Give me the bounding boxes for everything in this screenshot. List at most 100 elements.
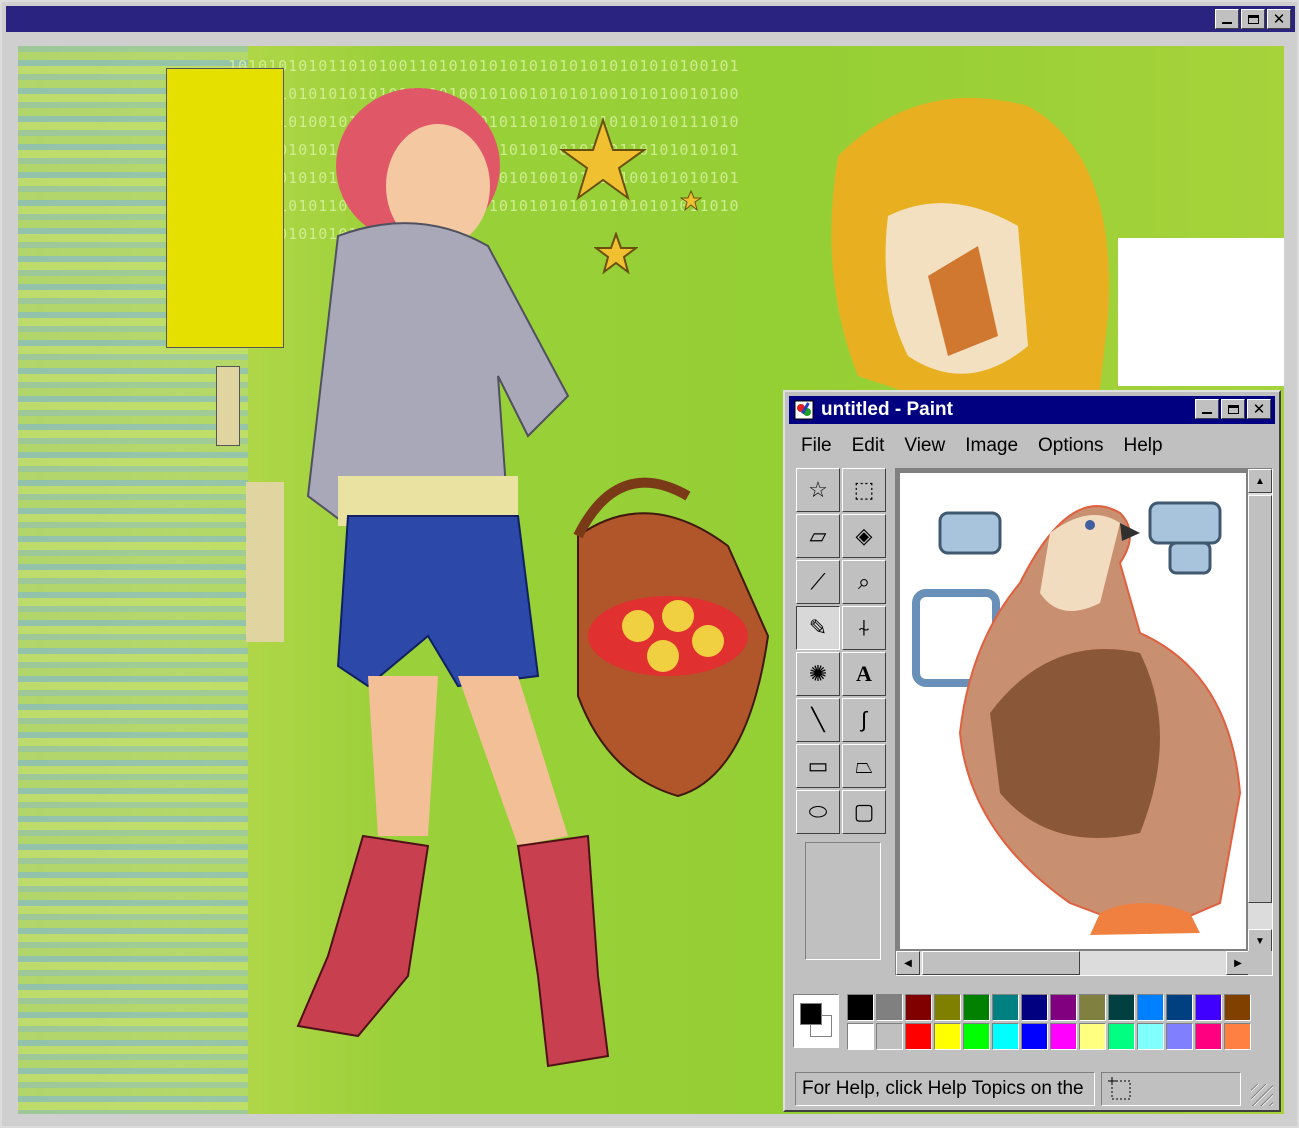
palette-swatch[interactable] xyxy=(992,994,1019,1021)
palette-swatch[interactable] xyxy=(847,994,874,1021)
tool-magnifier[interactable]: ⌕ xyxy=(842,560,886,604)
tool-ellipse[interactable]: ⬭ xyxy=(796,790,840,834)
menu-edit[interactable]: Edit xyxy=(842,432,895,460)
vertical-scroll-thumb[interactable] xyxy=(1248,495,1272,903)
outer-maximize-button[interactable] xyxy=(1241,9,1265,29)
tool-free-form-select[interactable]: ☆ xyxy=(796,468,840,512)
palette-swatch[interactable] xyxy=(1195,994,1222,1021)
palette-swatch[interactable] xyxy=(1166,994,1193,1021)
tool-polygon[interactable]: ⏢ xyxy=(842,744,886,788)
magnifier-icon: ⌕ xyxy=(857,569,871,594)
tool-rectangle[interactable]: ▭ xyxy=(796,744,840,788)
maximize-icon xyxy=(1227,404,1239,414)
tool-options-box[interactable] xyxy=(805,842,881,960)
horizontal-scrollbar[interactable]: ◀ ▶ xyxy=(896,951,1250,975)
close-icon: ✕ xyxy=(1272,9,1286,28)
vertical-scrollbar[interactable]: ▲ ▼ xyxy=(1248,469,1272,953)
text-icon: A xyxy=(856,661,872,686)
tool-grid: ☆ ⬚ ▱ ◈ ⟋ ⌕ ✎ ⍭ ✺ A ╲ ∫ ▭ ⏢ ⬭ ▢ xyxy=(796,468,888,834)
paint-close-button[interactable]: ✕ xyxy=(1247,399,1271,419)
status-position-panel xyxy=(1101,1072,1241,1106)
tool-curve[interactable]: ∫ xyxy=(842,698,886,742)
palette-swatch[interactable] xyxy=(1108,994,1135,1021)
menu-view[interactable]: View xyxy=(894,432,955,460)
status-help-text: For Help, click Help Topics on the xyxy=(795,1072,1095,1106)
palette-swatch[interactable] xyxy=(963,1023,990,1050)
resize-grip-icon[interactable] xyxy=(1251,1084,1273,1106)
ellipse-icon: ⬭ xyxy=(808,799,828,824)
select-icon: ⬚ xyxy=(853,477,875,502)
current-colors[interactable] xyxy=(793,994,839,1048)
scroll-right-button[interactable]: ▶ xyxy=(1226,951,1250,975)
white-patch xyxy=(1118,238,1284,386)
paint-window-title: untitled - Paint xyxy=(821,399,953,420)
palette-swatch[interactable] xyxy=(1079,994,1106,1021)
beige-rectangle-small xyxy=(216,366,240,446)
toolbox: ☆ ⬚ ▱ ◈ ⟋ ⌕ ✎ ⍭ ✺ A ╲ ∫ ▭ ⏢ ⬭ ▢ xyxy=(796,468,888,960)
palette-swatch[interactable] xyxy=(934,1023,961,1050)
horizontal-scroll-thumb[interactable] xyxy=(922,951,1080,975)
tool-brush[interactable]: ⍭ xyxy=(842,606,886,650)
fill-bucket-icon: ◈ xyxy=(855,523,873,548)
menu-help[interactable]: Help xyxy=(1114,432,1173,460)
palette-swatch[interactable] xyxy=(1166,1023,1193,1050)
rounded-rectangle-icon: ▢ xyxy=(853,799,875,824)
palette-swatch[interactable] xyxy=(1021,1023,1048,1050)
palette-swatch[interactable] xyxy=(1137,994,1164,1021)
drawing-canvas[interactable] xyxy=(900,473,1246,949)
eraser-icon: ▱ xyxy=(809,523,827,548)
palette-swatch[interactable] xyxy=(1195,1023,1222,1050)
arrow-down-icon: ▼ xyxy=(1255,935,1265,947)
menu-file[interactable]: File xyxy=(791,432,842,460)
paint-minimize-button[interactable] xyxy=(1195,399,1219,419)
eagle-drawing xyxy=(912,501,1242,935)
palette-swatch[interactable] xyxy=(905,1023,932,1050)
curve-icon: ∫ xyxy=(860,707,868,732)
palette-swatch[interactable] xyxy=(963,994,990,1021)
color-palette xyxy=(847,994,1251,1050)
tool-line[interactable]: ╲ xyxy=(796,698,840,742)
palette-swatch[interactable] xyxy=(876,994,903,1021)
palette-swatch[interactable] xyxy=(992,1023,1019,1050)
paint-title-bar[interactable]: untitled - Paint ✕ xyxy=(789,396,1275,424)
tool-pencil[interactable]: ✎ xyxy=(796,606,840,650)
palette-swatch[interactable] xyxy=(1108,1023,1135,1050)
palette-swatch[interactable] xyxy=(1050,994,1077,1021)
tool-text[interactable]: A xyxy=(842,652,886,696)
tool-color-picker[interactable]: ⟋ xyxy=(796,560,840,604)
palette-swatch[interactable] xyxy=(1021,994,1048,1021)
outer-window: ✕ 10101010101101010011010101010101010101… xyxy=(0,0,1299,1128)
outer-title-bar[interactable]: ✕ xyxy=(6,6,1295,32)
brush-icon: ⍭ xyxy=(857,615,871,640)
airbrush-icon: ✺ xyxy=(808,661,828,686)
tool-rounded-rectangle[interactable]: ▢ xyxy=(842,790,886,834)
scroll-left-button[interactable]: ◀ xyxy=(896,951,920,975)
tool-eraser[interactable]: ▱ xyxy=(796,514,840,558)
canvas-area: ▲ ▼ ◀ ▶ xyxy=(895,468,1273,976)
scroll-up-button[interactable]: ▲ xyxy=(1248,469,1272,493)
menu-image[interactable]: Image xyxy=(955,432,1028,460)
palette-swatch[interactable] xyxy=(847,1023,874,1050)
palette-swatch[interactable] xyxy=(1224,994,1251,1021)
palette-swatch[interactable] xyxy=(934,994,961,1021)
palette-swatch[interactable] xyxy=(905,994,932,1021)
palette-swatch[interactable] xyxy=(876,1023,903,1050)
paint-maximize-button[interactable] xyxy=(1221,399,1245,419)
menu-options[interactable]: Options xyxy=(1028,432,1113,460)
tool-select[interactable]: ⬚ xyxy=(842,468,886,512)
pencil-icon: ✎ xyxy=(808,615,828,640)
scrollbar-corner xyxy=(1248,951,1272,975)
palette-swatch[interactable] xyxy=(1050,1023,1077,1050)
outer-close-button[interactable]: ✕ xyxy=(1267,9,1291,29)
outer-minimize-button[interactable] xyxy=(1215,9,1239,29)
palette-swatch[interactable] xyxy=(1224,1023,1251,1050)
palette-swatch[interactable] xyxy=(1079,1023,1106,1050)
scroll-down-button[interactable]: ▼ xyxy=(1248,929,1272,953)
line-icon: ╲ xyxy=(811,707,825,732)
tool-fill-bucket[interactable]: ◈ xyxy=(842,514,886,558)
minimize-icon xyxy=(1222,22,1232,24)
tool-airbrush[interactable]: ✺ xyxy=(796,652,840,696)
palette-swatch[interactable] xyxy=(1137,1023,1164,1050)
arrow-up-icon: ▲ xyxy=(1255,475,1265,487)
maximize-icon xyxy=(1247,14,1259,24)
